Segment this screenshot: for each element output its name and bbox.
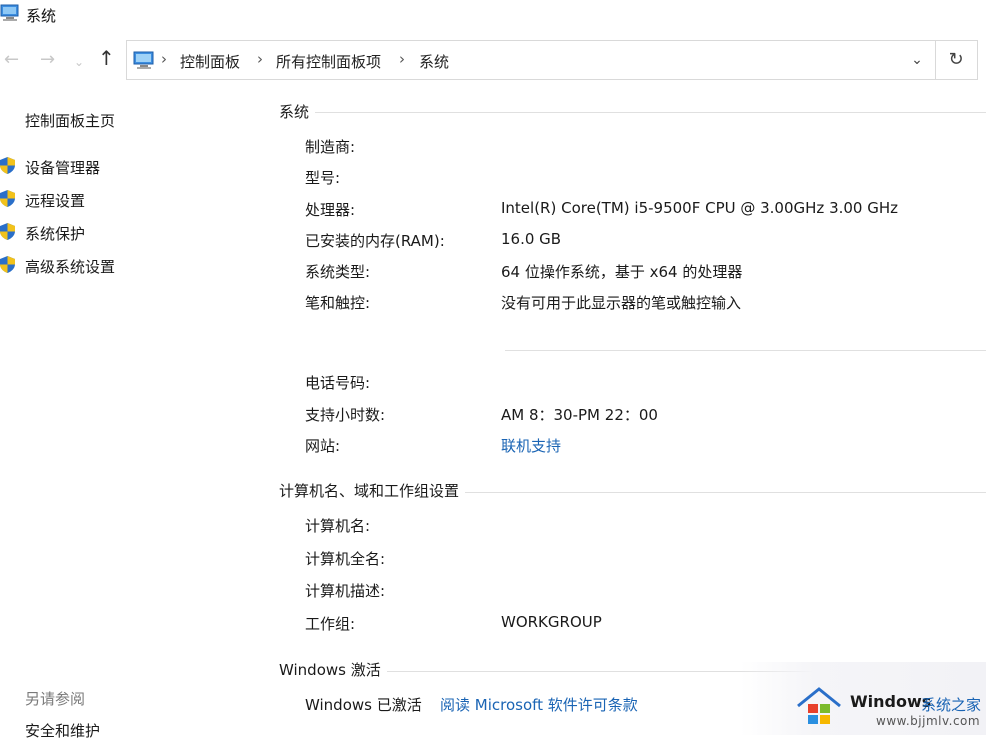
full-name-label: 计算机全名: (305, 550, 386, 568)
section-heading-system: 系统 (279, 101, 316, 122)
online-support-link[interactable]: 联机支持 (501, 435, 561, 456)
sidebar-item-device-manager[interactable]: 设备管理器 (25, 157, 100, 178)
control-panel-home-link[interactable]: 控制面板主页 (25, 110, 115, 131)
processor-value: Intel(R) Core(TM) i5-9500F CPU @ 3.00GHz… (501, 199, 899, 217)
shield-icon (0, 157, 15, 174)
shield-icon (0, 256, 15, 273)
watermark-url: www.bjjmlv.com (876, 714, 981, 728)
window-title: 系统 (26, 7, 57, 25)
divider (935, 41, 936, 79)
section-divider (505, 350, 986, 351)
description-label: 计算机描述: (305, 582, 386, 600)
breadcrumb-separator: › (257, 50, 263, 68)
workgroup-label: 工作组: (305, 615, 356, 633)
up-button[interactable]: ↑ (98, 48, 115, 68)
pen-touch-value: 没有可用于此显示器的笔或触控输入 (501, 294, 742, 312)
computer-name-label: 计算机名: (305, 517, 371, 535)
recent-locations-button[interactable]: ⌄ (74, 52, 84, 72)
workgroup-value: WORKGROUP (501, 613, 602, 631)
breadcrumb-separator: › (399, 50, 405, 68)
chevron-down-icon[interactable]: ⌄ (905, 49, 929, 71)
sidebar-item-system-protection[interactable]: 系统保护 (25, 223, 85, 244)
breadcrumb-control-panel[interactable]: 控制面板 (180, 51, 240, 72)
shield-icon (0, 190, 15, 207)
license-terms-link[interactable]: 阅读 Microsoft 软件许可条款 (440, 694, 638, 715)
section-divider (279, 112, 986, 113)
breadcrumb-system[interactable]: 系统 (419, 51, 449, 72)
refresh-icon[interactable]: ↻ (943, 48, 969, 72)
security-maintenance-link[interactable]: 安全和维护 (25, 720, 100, 741)
sidebar-item-advanced-settings[interactable]: 高级系统设置 (25, 256, 115, 277)
shield-icon (0, 223, 15, 240)
manufacturer-label: 制造商: (305, 138, 356, 156)
system-type-value: 64 位操作系统，基于 x64 的处理器 (501, 263, 743, 281)
windows-house-logo-icon (797, 687, 841, 724)
title-bar: 系统 (0, 0, 986, 30)
breadcrumb-all-items[interactable]: 所有控制面板项 (276, 51, 381, 72)
ram-label: 已安装的内存(RAM): (305, 232, 445, 250)
watermark-brand-suffix: 系统之家 (921, 696, 982, 714)
support-hours-label: 支持小时数: (305, 406, 386, 424)
address-bar[interactable]: › 控制面板 › 所有控制面板项 › 系统 ⌄ ↻ (126, 40, 978, 80)
processor-label: 处理器: (305, 201, 356, 219)
sidebar-item-remote-settings[interactable]: 远程设置 (25, 190, 85, 211)
section-heading-activation: Windows 激活 (279, 659, 387, 680)
system-type-label: 系统类型: (305, 263, 371, 281)
watermark-brand: Windows (850, 692, 932, 711)
support-hours-value: AM 8：30-PM 22：00 (501, 406, 658, 424)
ram-value: 16.0 GB (501, 230, 562, 248)
activation-status: Windows 已激活 (305, 696, 422, 714)
forward-button[interactable]: → (40, 50, 55, 70)
phone-label: 电话号码: (305, 374, 371, 392)
website-label: 网站: (305, 437, 341, 455)
section-heading-computer: 计算机名、域和工作组设置 (279, 480, 466, 501)
control-panel-icon (133, 51, 154, 69)
back-button[interactable]: ← (4, 50, 19, 70)
pen-touch-label: 笔和触控: (305, 294, 371, 312)
see-also-heading: 另请参阅 (25, 690, 86, 708)
breadcrumb-separator: › (161, 50, 167, 68)
model-label: 型号: (305, 169, 341, 187)
computer-icon (0, 4, 19, 21)
